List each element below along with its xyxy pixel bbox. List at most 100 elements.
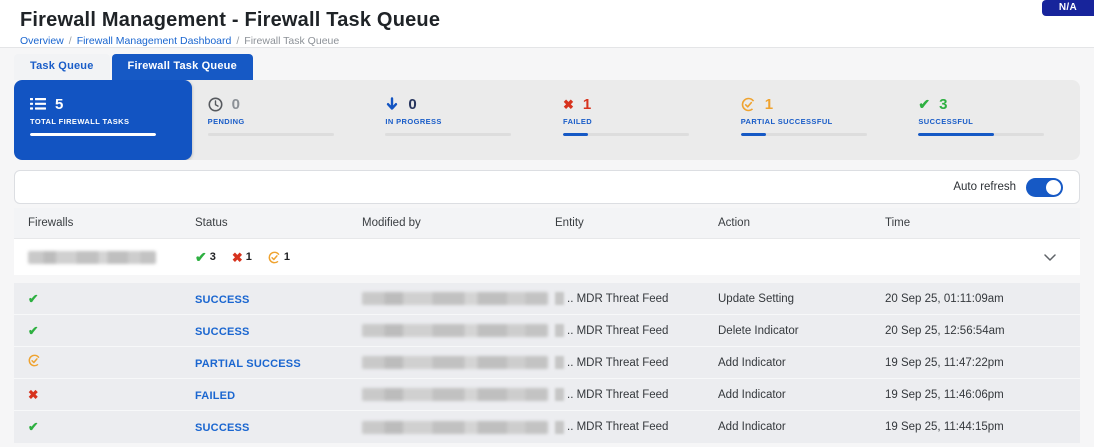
redacted-modified-by (362, 421, 548, 434)
breadcrumb-current: Firewall Task Queue (244, 35, 339, 47)
list-icon (30, 97, 46, 111)
table-row[interactable]: ✔ SUCCESS .. MDR Threat Feed Add Indicat… (14, 411, 1080, 443)
stat-progress (741, 133, 766, 136)
x-icon: ✖ (563, 98, 574, 111)
breadcrumb-dashboard[interactable]: Firewall Management Dashboard (77, 35, 232, 47)
stat-pending[interactable]: 0 PENDING (192, 80, 370, 160)
stat-label: SUCCESSFUL (918, 117, 1064, 126)
status-link[interactable]: SUCCESS (195, 294, 250, 306)
stat-failed[interactable]: ✖ 1 FAILED (547, 80, 725, 160)
chevron-down-icon (1044, 254, 1056, 261)
stat-successful[interactable]: ✔ 3 SUCCESSFUL (902, 80, 1080, 160)
col-header-modified-by: Modified by (362, 217, 555, 229)
stat-value: 1 (765, 96, 773, 113)
firewall-group-row[interactable]: ✔ 3 ✖ 1 1 (14, 239, 1080, 275)
redacted-entity-prefix (555, 356, 564, 369)
entity-cell: .. MDR Threat Feed (567, 325, 668, 337)
status-link[interactable]: SUCCESS (195, 422, 250, 434)
time-cell: 20 Sep 25, 01:11:09am (885, 293, 1080, 305)
breadcrumb: Overview / Firewall Management Dashboard… (20, 35, 1074, 47)
refresh-bar: Auto refresh (14, 170, 1080, 204)
check-icon: ✔ (28, 420, 38, 434)
redacted-entity-prefix (555, 421, 564, 434)
redacted-entity-prefix (555, 292, 564, 305)
tabs-bar: Task Queue Firewall Task Queue (14, 54, 1094, 80)
partial-check-icon (741, 97, 756, 112)
table-row[interactable]: ✖ FAILED .. MDR Threat Feed Add Indicato… (14, 379, 1080, 411)
x-icon: ✖ (232, 251, 243, 264)
action-cell: Add Indicator (718, 421, 885, 433)
page-header: Firewall Management - Firewall Task Queu… (0, 0, 1094, 48)
status-link[interactable]: SUCCESS (195, 326, 250, 338)
entity-cell: .. MDR Threat Feed (567, 389, 668, 401)
status-link[interactable]: PARTIAL SUCCESS (195, 358, 301, 370)
redacted-entity-prefix (555, 388, 564, 401)
col-header-action: Action (718, 217, 885, 229)
table-row[interactable]: PARTIAL SUCCESS .. MDR Threat Feed Add I… (14, 347, 1080, 379)
status-summary: ✔ 3 ✖ 1 1 (195, 250, 362, 264)
status-link[interactable]: FAILED (195, 390, 235, 402)
page-title: Firewall Management - Firewall Task Queu… (20, 9, 1074, 32)
action-cell: Add Indicator (718, 357, 885, 369)
arrow-down-icon (385, 97, 399, 112)
stats-panel: 5 TOTAL FIREWALL TASKS 0 PENDING 0 IN PR… (14, 80, 1080, 160)
col-header-status: Status (195, 217, 362, 229)
stat-total-firewall-tasks[interactable]: 5 TOTAL FIREWALL TASKS (14, 80, 192, 160)
stat-label: IN PROGRESS (385, 117, 531, 126)
table-header-row: Firewalls Status Modified by Entity Acti… (14, 208, 1080, 239)
time-cell: 19 Sep 25, 11:46:06pm (885, 389, 1080, 401)
stat-value: 0 (232, 96, 240, 113)
time-cell: 19 Sep 25, 11:47:22pm (885, 357, 1080, 369)
breadcrumb-separator: / (236, 35, 239, 47)
entity-cell: .. MDR Threat Feed (567, 421, 668, 433)
task-table: Firewalls Status Modified by Entity Acti… (14, 208, 1080, 443)
partial-check-icon (268, 251, 281, 264)
auto-refresh-label: Auto refresh (953, 181, 1016, 193)
stat-label: PARTIAL SUCCESSFUL (741, 117, 887, 126)
stat-progress (918, 133, 994, 136)
stat-value: 0 (408, 96, 416, 113)
redacted-entity-prefix (555, 324, 564, 337)
breadcrumb-separator: / (69, 35, 72, 47)
check-icon: ✔ (28, 324, 38, 338)
tab-task-queue[interactable]: Task Queue (14, 54, 110, 80)
x-icon: ✖ (28, 388, 38, 402)
auto-refresh-toggle[interactable] (1026, 178, 1063, 197)
time-cell: 19 Sep 25, 11:44:15pm (885, 421, 1080, 433)
success-count: 3 (210, 251, 216, 263)
stat-progress (563, 133, 588, 136)
task-rows: ✔ SUCCESS .. MDR Threat Feed Update Sett… (14, 283, 1080, 443)
action-cell: Update Setting (718, 293, 885, 305)
status-badge: N/A (1042, 0, 1094, 16)
action-cell: Delete Indicator (718, 325, 885, 337)
table-row[interactable]: ✔ SUCCESS .. MDR Threat Feed Delete Indi… (14, 315, 1080, 347)
stat-value: 1 (583, 96, 591, 113)
redacted-modified-by (362, 324, 548, 337)
col-header-time: Time (885, 217, 1080, 229)
stat-progress (30, 133, 156, 136)
toggle-knob (1046, 180, 1061, 195)
failed-count: 1 (246, 251, 252, 263)
stat-value: 3 (939, 96, 947, 113)
stat-label: FAILED (563, 117, 709, 126)
stat-in-progress[interactable]: 0 IN PROGRESS (369, 80, 547, 160)
stat-partial-successful[interactable]: 1 PARTIAL SUCCESSFUL (725, 80, 903, 160)
breadcrumb-overview[interactable]: Overview (20, 35, 64, 47)
time-cell: 20 Sep 25, 12:56:54am (885, 325, 1080, 337)
entity-cell: .. MDR Threat Feed (567, 357, 668, 369)
partial-check-icon (28, 354, 41, 367)
stat-value: 5 (55, 96, 63, 113)
redacted-modified-by (362, 356, 548, 369)
col-header-entity: Entity (555, 217, 718, 229)
check-icon: ✔ (28, 292, 38, 306)
tab-firewall-task-queue[interactable]: Firewall Task Queue (112, 54, 253, 80)
redacted-modified-by (362, 292, 548, 305)
stat-label: PENDING (208, 117, 354, 126)
check-icon: ✔ (195, 250, 207, 264)
partial-count: 1 (284, 251, 290, 263)
redacted-firewall-name (28, 251, 156, 264)
expand-chevron[interactable] (1044, 254, 1080, 261)
entity-cell: .. MDR Threat Feed (567, 293, 668, 305)
col-header-firewalls: Firewalls (28, 217, 195, 229)
table-row[interactable]: ✔ SUCCESS .. MDR Threat Feed Update Sett… (14, 283, 1080, 315)
